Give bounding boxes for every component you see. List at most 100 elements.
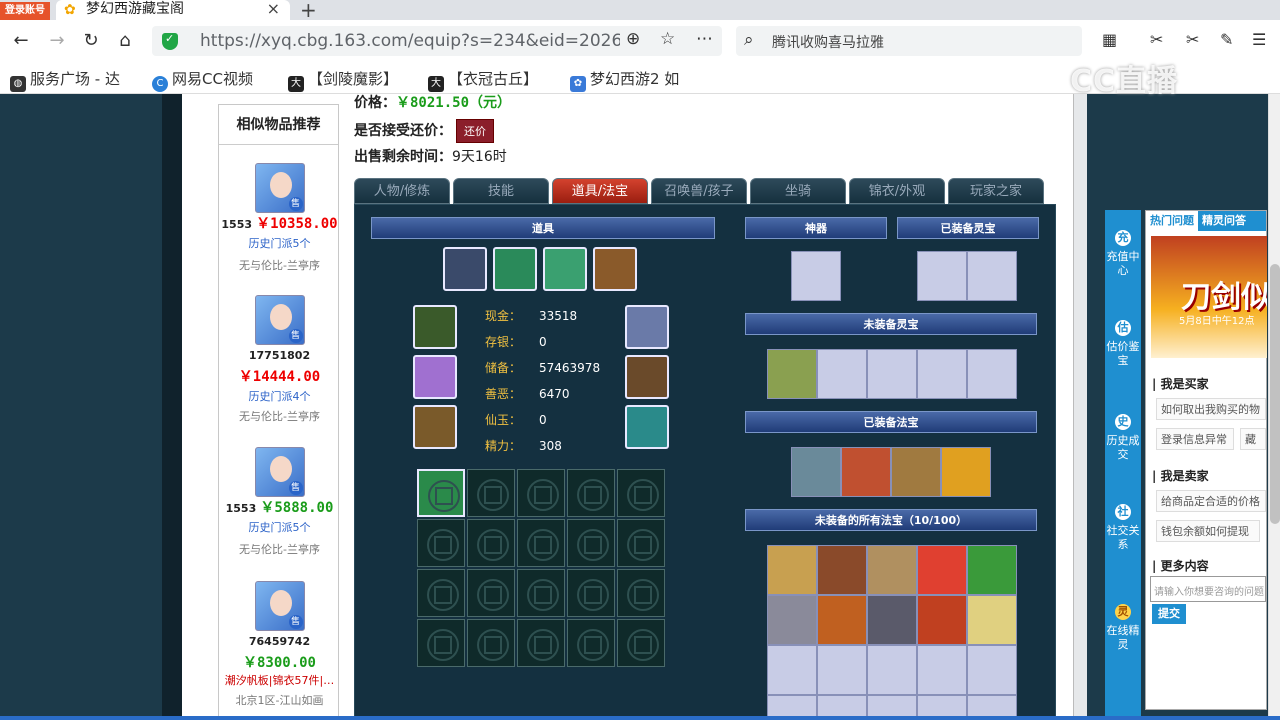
tools-icon[interactable]: ✂: [1186, 30, 1199, 49]
jade-bracelet-item[interactable]: [417, 469, 465, 517]
more-icon[interactable]: ⋯: [696, 29, 713, 49]
dock-online-elf[interactable]: 灵在线精灵: [1105, 604, 1141, 652]
helmet-item[interactable]: [413, 305, 457, 349]
bookmark-star-icon[interactable]: ☆: [660, 29, 675, 49]
fabao-item[interactable]: [867, 595, 917, 645]
close-tab-icon[interactable]: ×: [267, 0, 280, 18]
weapon-item[interactable]: [413, 405, 457, 449]
tab-skills[interactable]: 技能: [453, 178, 549, 204]
fabao-item[interactable]: [967, 595, 1017, 645]
fabao-item[interactable]: [767, 545, 817, 595]
ring-item[interactable]: [443, 247, 487, 291]
dock-history[interactable]: 史历史成交: [1105, 414, 1141, 462]
necklace-item[interactable]: [413, 355, 457, 399]
avatar[interactable]: [254, 295, 305, 345]
extensions-icon[interactable]: ▦: [1102, 30, 1117, 49]
bookmark-item[interactable]: ✿ 梦幻西游2 如: [570, 68, 679, 92]
similar-item[interactable]: 17751802 ￥14444.00 历史门派4个 无与伦比-兰亭序: [219, 295, 340, 424]
shenqi-slot[interactable]: [791, 251, 841, 301]
address-bar[interactable]: https://xyq.cbg.163.com/equip?s=234&eid=…: [152, 26, 722, 56]
reload-icon[interactable]: ↻: [78, 28, 104, 54]
dock-social[interactable]: 社社交关系: [1105, 504, 1141, 552]
bookmark-item[interactable]: 大【衣冠古丘】: [428, 68, 538, 92]
fabao-slot[interactable]: [817, 645, 867, 695]
fabao-slot[interactable]: [767, 645, 817, 695]
lingbao-slot[interactable]: [967, 251, 1017, 301]
bargain-button[interactable]: 还价: [456, 119, 494, 143]
menu-icon[interactable]: ☰: [1252, 30, 1266, 49]
dock-appraise[interactable]: 估估价鉴宝: [1105, 320, 1141, 368]
inventory-slot[interactable]: [467, 469, 515, 517]
inventory-slot[interactable]: [517, 469, 565, 517]
tab-mounts[interactable]: 坐骑: [750, 178, 846, 204]
inventory-slot[interactable]: [617, 519, 665, 567]
zoom-icon[interactable]: ⊕: [626, 29, 640, 49]
lingbao-slot[interactable]: [917, 349, 967, 399]
similar-item[interactable]: 1553 ￥10358.00 历史门派5个 无与伦比-兰亭序: [219, 163, 340, 273]
help-question[interactable]: 给商品定合适的价格: [1156, 490, 1266, 512]
inventory-slot[interactable]: [617, 619, 665, 667]
help-question[interactable]: 钱包余额如何提现: [1156, 520, 1260, 542]
jade-item[interactable]: [493, 247, 537, 291]
lingbao-slot[interactable]: [817, 349, 867, 399]
inventory-slot[interactable]: [417, 619, 465, 667]
login-badge[interactable]: 登录账号: [0, 2, 50, 20]
page-scrollbar[interactable]: [1268, 94, 1280, 720]
fabao-item[interactable]: [891, 447, 941, 497]
fabao-item[interactable]: [817, 545, 867, 595]
fabao-slot[interactable]: [917, 645, 967, 695]
tab-hot-questions[interactable]: 热门问题: [1146, 211, 1198, 231]
pendant-item[interactable]: [543, 247, 587, 291]
cut-icon[interactable]: ✂: [1150, 30, 1163, 49]
tab-elf-qa[interactable]: 精灵问答: [1198, 211, 1250, 231]
belt-item[interactable]: [625, 355, 669, 399]
fabao-item[interactable]: [791, 447, 841, 497]
avatar[interactable]: [254, 163, 305, 213]
fabao-item[interactable]: [917, 595, 967, 645]
avatar[interactable]: [254, 447, 305, 497]
forward-icon[interactable]: →: [44, 28, 70, 54]
tab-home[interactable]: 玩家之家: [948, 178, 1044, 204]
promo-banner[interactable]: 刀剑似 5月8日中午12点: [1151, 236, 1267, 358]
tab-pets[interactable]: 召唤兽/孩子: [651, 178, 747, 204]
pen-icon[interactable]: ✎: [1220, 30, 1233, 49]
inventory-slot[interactable]: [567, 569, 615, 617]
inventory-slot[interactable]: [517, 519, 565, 567]
inventory-slot[interactable]: [467, 619, 515, 667]
inventory-slot[interactable]: [517, 569, 565, 617]
inventory-slot[interactable]: [567, 619, 615, 667]
bookmark-item[interactable]: C 网易CC视频: [152, 68, 253, 92]
inventory-slot[interactable]: [417, 569, 465, 617]
inventory-slot[interactable]: [617, 469, 665, 517]
tab-character[interactable]: 人物/修炼: [354, 178, 450, 204]
url-text[interactable]: https://xyq.cbg.163.com/equip?s=234&eid=…: [200, 31, 620, 51]
inventory-slot[interactable]: [517, 619, 565, 667]
fabao-item[interactable]: [867, 545, 917, 595]
lingbao-book-item[interactable]: [767, 349, 817, 399]
search-box[interactable]: ⌕ 腾讯收购喜马拉雅: [736, 26, 1082, 56]
inventory-slot[interactable]: [567, 469, 615, 517]
inventory-slot[interactable]: [567, 519, 615, 567]
back-icon[interactable]: ←: [8, 28, 34, 54]
question-input[interactable]: 请输入你想要咨询的问题: [1150, 576, 1266, 602]
fabao-slot[interactable]: [967, 645, 1017, 695]
fabao-item[interactable]: [917, 545, 967, 595]
help-question[interactable]: 如何取出我购买的物: [1156, 398, 1266, 420]
fabao-item[interactable]: [941, 447, 991, 497]
fabao-slot[interactable]: [867, 645, 917, 695]
similar-item[interactable]: 76459742 ￥8300.00 潮汐帆板|锦衣57件|… 北京1区-江山如画: [219, 581, 340, 708]
boots-item[interactable]: [625, 405, 669, 449]
tab-outfits[interactable]: 锦衣/外观: [849, 178, 945, 204]
fabao-item[interactable]: [967, 545, 1017, 595]
fabao-item[interactable]: [841, 447, 891, 497]
lingbao-slot[interactable]: [967, 349, 1017, 399]
armor-item[interactable]: [625, 305, 669, 349]
browser-tab[interactable]: ✿ 梦幻西游藏宝阁 ×: [56, 0, 290, 20]
dock-recharge[interactable]: 充充值中心: [1105, 230, 1141, 278]
inventory-slot[interactable]: [467, 519, 515, 567]
new-tab-icon[interactable]: +: [300, 0, 317, 22]
lingbao-slot[interactable]: [867, 349, 917, 399]
home-icon[interactable]: ⌂: [112, 28, 138, 54]
fabao-item[interactable]: [767, 595, 817, 645]
bracelet-item[interactable]: [593, 247, 637, 291]
